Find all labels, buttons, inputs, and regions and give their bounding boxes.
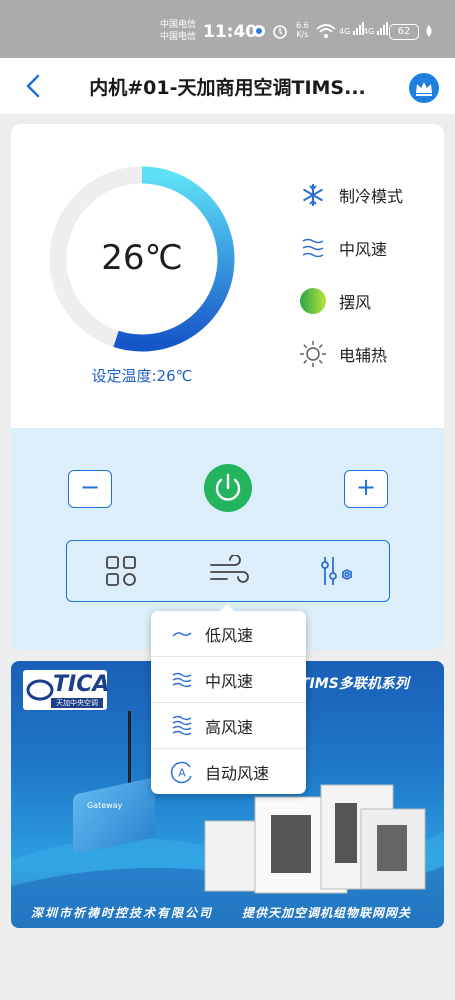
carrier-2: 中国电信 <box>160 32 197 42</box>
function-toolbar <box>66 540 390 602</box>
fan-option-low-label: 低风速 <box>205 625 254 645</box>
antenna-graphic <box>128 711 131 785</box>
banner-tagline: 提供天加空调机组物联网网关 <box>242 906 412 920</box>
carrier-1: 中国电信 <box>160 20 197 30</box>
fan-option-mid-label: 中风速 <box>205 671 254 691</box>
swing-icon <box>299 287 327 315</box>
chevron-left-icon <box>26 74 40 98</box>
svg-text:A: A <box>178 767 186 780</box>
mid-wind-icon <box>169 667 195 693</box>
settings-button[interactable] <box>317 553 355 589</box>
status-aux-heat: 电辅热 <box>299 339 387 369</box>
auto-wind-icon: A <box>169 759 195 785</box>
signal-2-icon: 4G <box>363 22 389 36</box>
signal-1-icon: 4G <box>339 22 365 36</box>
wifi-icon <box>316 23 336 42</box>
status-fan-speed-label: 中风速 <box>339 240 388 259</box>
control-card: 26℃ 设定温度:26℃ 制冷模式 中风速 摆风 电辅热 − + <box>11 124 444 650</box>
back-button[interactable] <box>22 72 46 100</box>
fan-option-high-label: 高风速 <box>205 717 254 737</box>
net-speed: 6.6 K/s <box>296 21 309 39</box>
fan-speed-menu: 低风速 中风速 高风速 A 自动风速 <box>151 604 306 795</box>
alarm-icon <box>272 23 288 42</box>
fan-speed-icon <box>299 234 327 262</box>
status-bar: 中国电信 中国电信 11:40 6.6 K/s 4G 4G 62 <box>0 0 455 58</box>
temperature-decrease-button[interactable]: − <box>68 470 112 508</box>
fan-option-low[interactable]: 低风速 <box>151 611 306 657</box>
app-notification-icon <box>252 24 266 41</box>
status-mode: 制冷模式 <box>299 180 403 210</box>
power-icon <box>215 473 241 501</box>
current-temperature: 26℃ <box>101 238 183 278</box>
app-header: 内机#01-天加商用空调TIMS... <box>0 58 455 114</box>
fan-speed-button[interactable] <box>208 553 252 589</box>
fan-option-auto-label: 自动风速 <box>205 764 270 783</box>
clock: 11:40 <box>203 22 258 42</box>
power-button[interactable] <box>204 464 252 512</box>
fan-option-mid[interactable]: 中风速 <box>151 657 306 703</box>
leaf-icon <box>424 24 434 41</box>
temperature-increase-button[interactable]: + <box>344 470 388 508</box>
snowflake-icon <box>299 181 327 209</box>
setpoint-label: 设定温度:26℃ <box>91 367 193 385</box>
sun-icon <box>299 340 327 368</box>
tica-logo: TICA 天加中央空调 <box>23 670 109 710</box>
status-swing-label: 摆风 <box>339 293 372 312</box>
mode-button[interactable] <box>102 553 140 589</box>
page-title: 内机#01-天加商用空调TIMS... <box>89 77 366 99</box>
status-swing: 摆风 <box>299 286 371 316</box>
wind-icon <box>210 555 249 583</box>
battery-indicator: 62 <box>389 24 419 40</box>
crown-icon <box>416 82 432 96</box>
carrier-info: 中国电信 中国电信 <box>160 19 196 43</box>
status-mode-label: 制冷模式 <box>339 187 404 206</box>
high-wind-icon <box>169 713 195 739</box>
status-fan-speed: 中风速 <box>299 233 387 263</box>
fan-option-auto[interactable]: A 自动风速 <box>151 749 306 795</box>
fan-option-high[interactable]: 高风速 <box>151 703 306 749</box>
banner-series: TIMS多联机系列 <box>300 676 409 692</box>
low-wind-icon <box>169 621 195 647</box>
mode-grid-icon <box>106 556 136 586</box>
ac-units-graphic <box>204 784 426 894</box>
banner-company: 深圳市祈祷时控技术有限公司 <box>31 906 214 920</box>
vip-button[interactable] <box>409 73 439 103</box>
settings-sliders-icon <box>321 557 352 585</box>
status-aux-heat-label: 电辅热 <box>339 346 388 365</box>
gateway-label: Gateway <box>87 801 123 810</box>
